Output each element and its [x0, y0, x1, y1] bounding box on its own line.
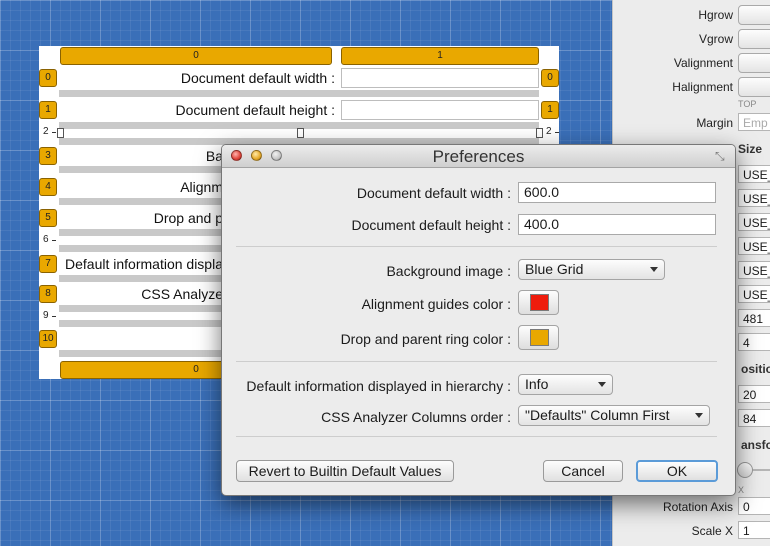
- row-badge-8[interactable]: 8: [39, 285, 57, 303]
- size-field[interactable]: USE_C: [738, 237, 770, 255]
- row-badge-10[interactable]: 10: [39, 330, 57, 348]
- section-divider: [236, 436, 717, 437]
- alignment-guides-color-button[interactable]: [518, 290, 559, 315]
- grid-resize-handle[interactable]: [57, 128, 64, 138]
- rotation-axis-field[interactable]: 0: [738, 497, 770, 515]
- background-image-select[interactable]: Blue Grid: [518, 259, 665, 280]
- rotate-x-caption: X: [738, 485, 745, 495]
- size-field[interactable]: USE_C: [738, 213, 770, 231]
- chevron-down-icon: [650, 267, 658, 272]
- drop-ring-color-swatch: [530, 329, 549, 346]
- row-line-6: 6: [43, 234, 56, 245]
- size-field[interactable]: 481: [738, 309, 770, 327]
- grid-label-alignment: Alignm: [180, 179, 223, 195]
- row-badge-0[interactable]: 0: [39, 69, 57, 87]
- dialog-title: Preferences: [432, 147, 525, 166]
- halignment-select[interactable]: [738, 77, 770, 97]
- alignment-guides-color-label: Alignment guides color :: [361, 296, 511, 312]
- css-columns-order-value: "Defaults" Column First: [525, 407, 670, 423]
- halignment-label: Halignment: [672, 80, 733, 94]
- dialog-titlebar[interactable]: Preferences ⤡: [222, 145, 735, 168]
- grid-width-field[interactable]: [341, 68, 539, 88]
- column-header-1[interactable]: 1: [341, 47, 539, 65]
- chevron-down-icon: [695, 413, 703, 418]
- hierarchy-value: Info: [525, 376, 549, 392]
- size-field[interactable]: USE_C: [738, 261, 770, 279]
- position-layout-y-field[interactable]: 84: [738, 409, 770, 427]
- size-field[interactable]: USE_C: [738, 165, 770, 183]
- row-line-2: 2: [43, 126, 56, 137]
- rotate-slider-thumb[interactable]: [737, 462, 753, 478]
- drop-ring-color-button[interactable]: [518, 325, 559, 350]
- cancel-button[interactable]: Cancel: [543, 460, 623, 482]
- rotation-axis-label: Rotation Axis: [662, 500, 733, 514]
- grid-label-drop-ring: Drop and p: [153, 210, 223, 226]
- chevron-down-icon: [598, 382, 606, 387]
- background-image-value: Blue Grid: [525, 261, 584, 277]
- grid-resize-handle[interactable]: [297, 128, 304, 138]
- section-divider: [236, 361, 717, 362]
- right-line-2: 2: [546, 126, 559, 137]
- hierarchy-label: Default information displayed in hierarc…: [246, 378, 511, 394]
- position-layout-x-field[interactable]: 20: [738, 385, 770, 403]
- size-field[interactable]: USE_C: [738, 189, 770, 207]
- css-columns-order-select[interactable]: "Defaults" Column First: [518, 405, 710, 426]
- revert-defaults-button[interactable]: Revert to Builtin Default Values: [236, 460, 454, 482]
- row-line-9: 9: [43, 310, 56, 321]
- size-heading: Size: [738, 142, 763, 156]
- height-field[interactable]: 400.0: [518, 214, 716, 235]
- grid-resize-handle[interactable]: [536, 128, 543, 138]
- width-label: Document default width :: [356, 185, 511, 201]
- width-field[interactable]: 600.0: [518, 182, 716, 203]
- grid-row-separator: [59, 90, 539, 97]
- scale-x-label: Scale X: [691, 524, 733, 538]
- hgrow-select[interactable]: [738, 5, 770, 25]
- preferences-dialog: Preferences ⤡ Document default width : 6…: [221, 144, 736, 496]
- row-badge-7[interactable]: 7: [39, 255, 57, 273]
- vgrow-select[interactable]: [738, 29, 770, 49]
- ok-button[interactable]: OK: [636, 460, 718, 482]
- drop-ring-color-label: Drop and parent ring color :: [340, 331, 511, 347]
- grid-label-hierarchy: Default information displa: [65, 256, 223, 272]
- resize-icon[interactable]: ⤡: [715, 149, 729, 163]
- right-badge-0[interactable]: 0: [541, 69, 559, 87]
- valignment-label: Valignment: [673, 56, 733, 70]
- right-badge-1[interactable]: 1: [541, 101, 559, 119]
- vgrow-label: Vgrow: [698, 32, 733, 46]
- column-header-0[interactable]: 0: [60, 47, 332, 65]
- background-image-label: Background image :: [386, 263, 511, 279]
- transform-heading: ansfor: [741, 438, 770, 452]
- grid-label-height: Document default height :: [175, 102, 335, 118]
- hgrow-label: Hgrow: [698, 8, 733, 22]
- margin-top-caption: TOP: [738, 99, 757, 109]
- alignment-guides-color-swatch: [530, 294, 549, 311]
- position-heading: ositio: [741, 362, 770, 376]
- valignment-select[interactable]: [738, 53, 770, 73]
- scale-x-field[interactable]: 1: [738, 521, 770, 539]
- grid-label-css-analyzer: CSS Analyze: [141, 286, 223, 302]
- hierarchy-select[interactable]: Info: [518, 374, 613, 395]
- height-label: Document default height :: [351, 217, 511, 233]
- row-badge-3[interactable]: 3: [39, 147, 57, 165]
- margin-label: Margin: [696, 116, 733, 130]
- section-divider: [236, 246, 717, 247]
- margin-top-field[interactable]: Emp: [738, 113, 770, 131]
- row-badge-1[interactable]: 1: [39, 101, 57, 119]
- css-columns-order-label: CSS Analyzer Columns order :: [321, 409, 511, 425]
- size-field[interactable]: USE_C: [738, 285, 770, 303]
- row-badge-4[interactable]: 4: [39, 178, 57, 196]
- size-field[interactable]: 4: [738, 333, 770, 351]
- grid-label-width: Document default width :: [180, 70, 335, 86]
- row-badge-5[interactable]: 5: [39, 209, 57, 227]
- grid-height-field[interactable]: [341, 100, 539, 120]
